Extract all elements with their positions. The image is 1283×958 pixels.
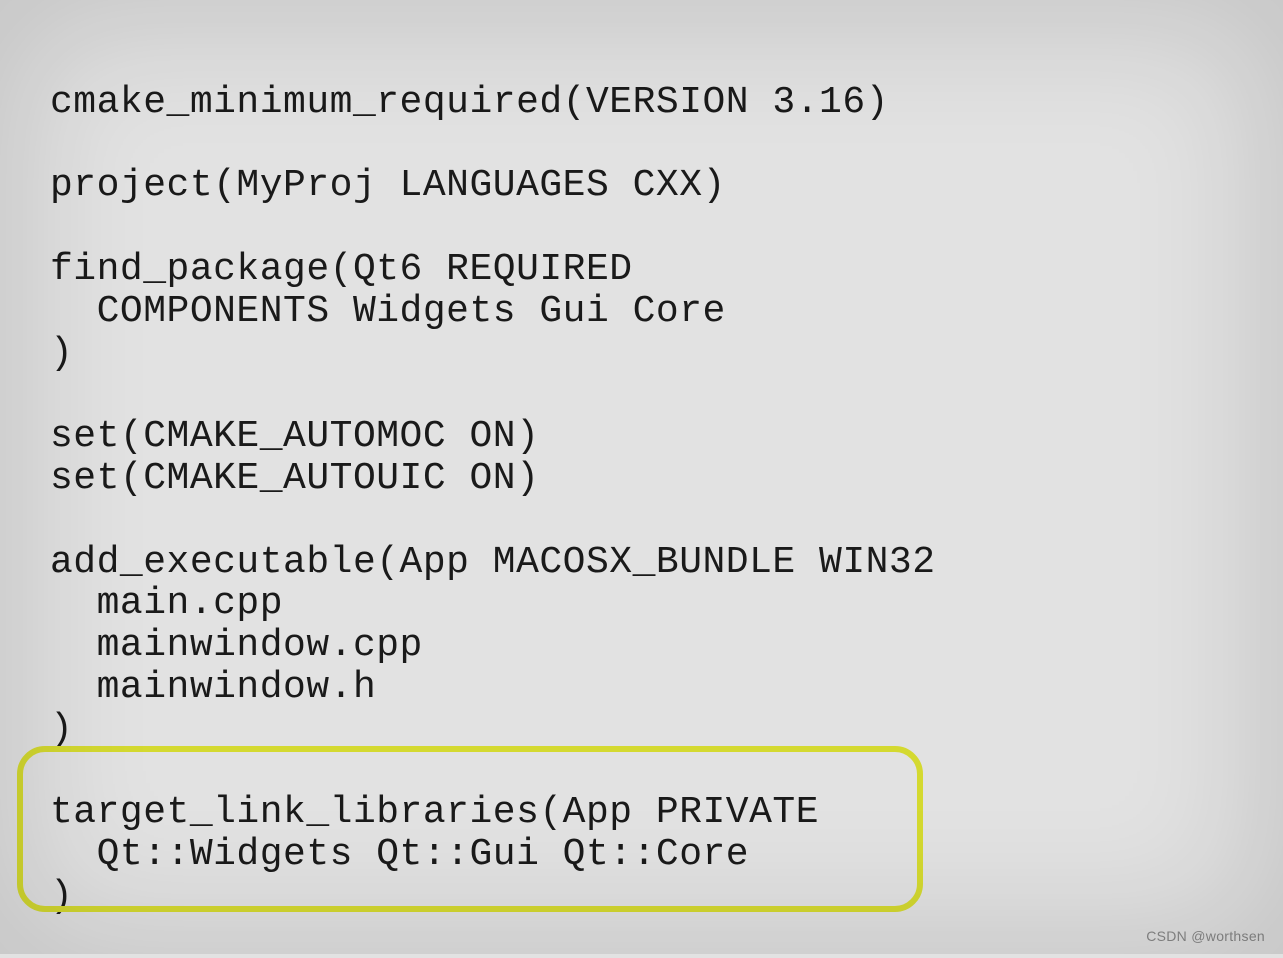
code-line: find_package(Qt6 REQUIRED bbox=[50, 248, 633, 291]
code-line: ) bbox=[50, 708, 73, 751]
code-line: add_executable(App MACOSX_BUNDLE WIN32 bbox=[50, 541, 936, 584]
code-line: main.cpp bbox=[50, 582, 283, 625]
code-line: COMPONENTS Widgets Gui Core bbox=[50, 290, 726, 333]
code-line: mainwindow.h bbox=[50, 666, 376, 709]
code-line: cmake_minimum_required(VERSION 3.16) bbox=[50, 81, 889, 124]
code-line: Qt::Widgets Qt::Gui Qt::Core bbox=[50, 833, 749, 876]
code-line: mainwindow.cpp bbox=[50, 624, 423, 667]
code-line: set(CMAKE_AUTOUIC ON) bbox=[50, 457, 539, 500]
code-block: cmake_minimum_required(VERSION 3.16) pro… bbox=[0, 0, 1283, 958]
code-line: ) bbox=[50, 332, 73, 375]
code-line: project(MyProj LANGUAGES CXX) bbox=[50, 164, 726, 207]
watermark-text: CSDN @worthsen bbox=[1146, 928, 1265, 944]
code-line: target_link_libraries(App PRIVATE bbox=[50, 791, 819, 834]
code-line: set(CMAKE_AUTOMOC ON) bbox=[50, 415, 539, 458]
code-line: ) bbox=[50, 875, 73, 918]
